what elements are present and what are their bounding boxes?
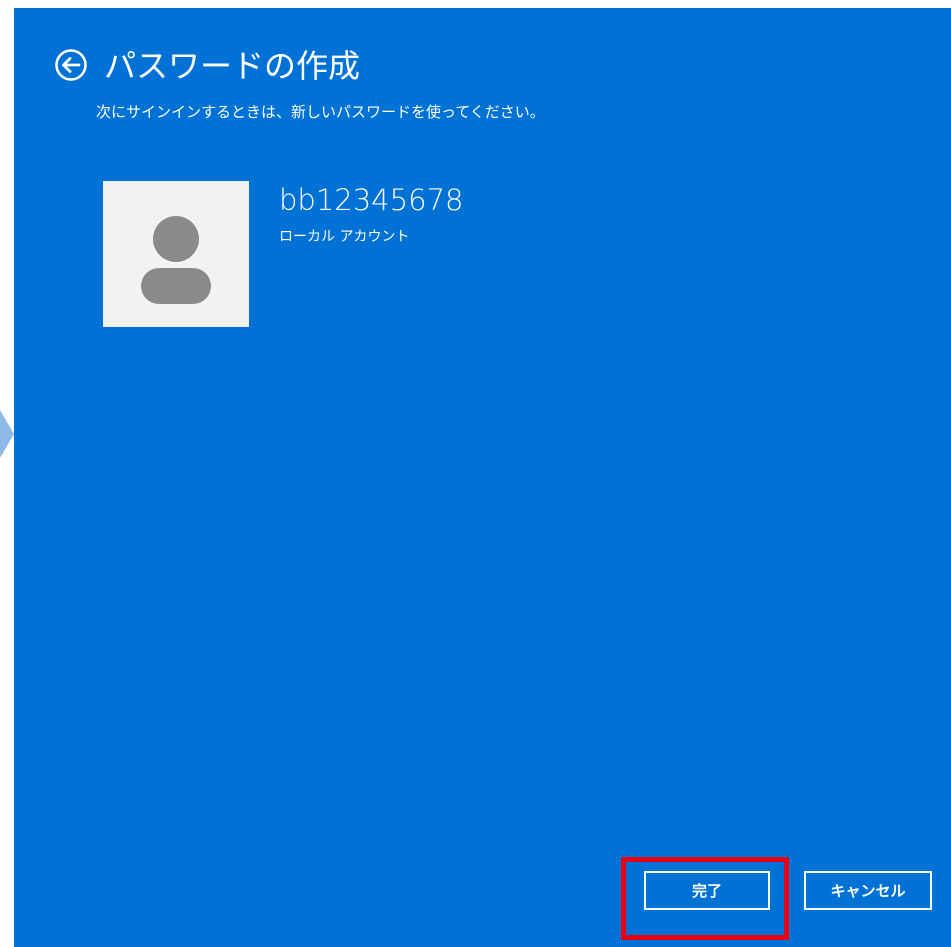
cancel-button[interactable]: キャンセル — [804, 871, 932, 910]
user-silhouette-icon — [141, 216, 211, 304]
account-username: bb12345678 — [279, 183, 464, 217]
finish-button[interactable]: 完了 — [644, 871, 770, 910]
back-arrow-circle-icon — [55, 49, 87, 81]
avatar — [103, 181, 249, 327]
back-button[interactable] — [54, 48, 88, 82]
side-arrow-tab — [0, 410, 14, 458]
page-subtitle: 次にサインインするときは、新しいパスワードを使ってください。 — [96, 103, 545, 121]
account-type-label: ローカル アカウント — [279, 229, 410, 245]
dialog-panel: パスワードの作成 次にサインインするときは、新しいパスワードを使ってください。 … — [14, 8, 951, 947]
page-title: パスワードの作成 — [104, 47, 361, 85]
